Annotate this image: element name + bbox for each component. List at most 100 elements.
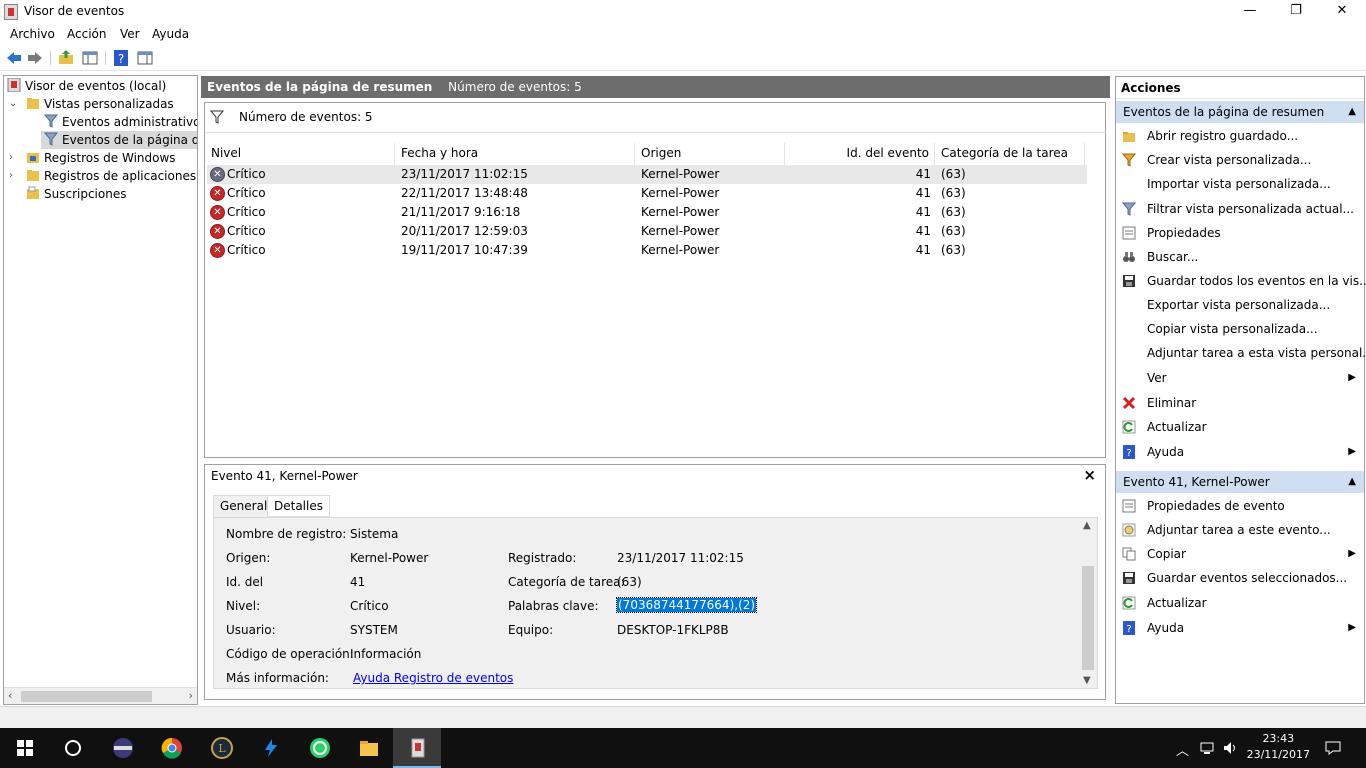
action-copy-custom-view[interactable]: Copiar vista personalizada... bbox=[1116, 317, 1364, 341]
column-header-datetime[interactable]: Fecha y hora bbox=[395, 143, 635, 165]
action-filter-current-view[interactable]: Filtrar vista personalizada actual... bbox=[1116, 197, 1364, 221]
action-copy-submenu[interactable]: Copiar ▶ bbox=[1116, 542, 1364, 566]
column-header-event-id[interactable]: Id. del evento bbox=[785, 143, 935, 165]
actions-section-summary-events[interactable]: Eventos de la página de resumen ▲ bbox=[1116, 101, 1364, 123]
collapse-triangle-icon[interactable]: ▲ bbox=[1348, 471, 1356, 493]
action-view-submenu[interactable]: Ver ▶ bbox=[1116, 366, 1364, 390]
clock-date: 23/11/2017 bbox=[1246, 748, 1310, 761]
subscriptions-icon bbox=[27, 186, 39, 199]
table-row[interactable]: ✕ Crítico 20/11/2017 12:59:03 Kernel-Pow… bbox=[207, 222, 1087, 241]
close-button[interactable]: ✕ bbox=[1319, 0, 1365, 24]
scrollbar-thumb[interactable] bbox=[21, 691, 152, 702]
event-viewer-app-icon bbox=[4, 4, 18, 20]
cell-level: Crítico bbox=[227, 243, 266, 257]
actions-section-event-41[interactable]: Evento 41, Kernel-Power ▲ bbox=[1116, 471, 1364, 493]
tab-details[interactable]: Detalles bbox=[267, 495, 330, 517]
table-row[interactable]: ✕ Crítico 19/11/2017 10:47:39 Kernel-Pow… bbox=[207, 241, 1087, 260]
scrollbar-thumb[interactable] bbox=[1082, 566, 1094, 670]
help-icon[interactable]: ? bbox=[112, 49, 130, 67]
taskbar-whatsapp[interactable] bbox=[295, 728, 343, 768]
cell-task-category: (63) bbox=[941, 224, 966, 238]
menu-accion[interactable]: Acción bbox=[67, 27, 106, 41]
scroll-up-icon[interactable]: ▲ bbox=[1083, 520, 1091, 531]
action-help-event-submenu[interactable]: ? Ayuda ▶ bbox=[1116, 616, 1364, 640]
tree-item-event-viewer-local[interactable]: Visor de eventos (local) bbox=[7, 77, 166, 95]
league-of-legends-icon: L bbox=[211, 737, 233, 759]
tree-item-subscriptions[interactable]: Suscripciones bbox=[26, 185, 126, 203]
taskbar-event-viewer[interactable] bbox=[393, 728, 441, 768]
detail-vertical-scrollbar[interactable]: ▲ ▼ bbox=[1080, 518, 1096, 688]
volume-icon[interactable] bbox=[1222, 740, 1238, 756]
cell-event-id: 41 bbox=[915, 186, 931, 200]
minimize-button[interactable]: — bbox=[1227, 0, 1273, 24]
menu-ver[interactable]: Ver bbox=[120, 27, 140, 41]
taskbar-app-1[interactable] bbox=[98, 728, 146, 768]
scroll-right-icon[interactable]: › bbox=[189, 689, 193, 702]
column-header-source[interactable]: Origen bbox=[635, 143, 785, 165]
scroll-down-icon[interactable]: ▼ bbox=[1083, 675, 1091, 686]
up-folder-icon[interactable] bbox=[57, 49, 75, 67]
cell-level: Crítico bbox=[227, 205, 266, 219]
tree-item-windows-logs[interactable]: Registros de Windows bbox=[26, 149, 176, 167]
action-label: Abrir registro guardado... bbox=[1147, 129, 1299, 143]
show-hide-action-pane-icon[interactable] bbox=[136, 49, 154, 67]
column-header-level[interactable]: Nivel bbox=[205, 143, 395, 165]
table-row[interactable]: ✕ Crítico 21/11/2017 9:16:18 Kernel-Powe… bbox=[207, 203, 1087, 222]
action-create-custom-view[interactable]: Crear vista personalizada... bbox=[1116, 148, 1364, 172]
action-open-saved-log[interactable]: Abrir registro guardado... bbox=[1116, 124, 1364, 148]
taskbar-file-explorer[interactable] bbox=[344, 728, 392, 768]
start-button[interactable] bbox=[0, 728, 48, 768]
whatsapp-icon bbox=[310, 738, 330, 758]
action-attach-task-to-event[interactable]: Adjuntar tarea a este evento... bbox=[1116, 518, 1364, 542]
collapse-triangle-icon[interactable]: ▲ bbox=[1348, 101, 1356, 123]
back-arrow-icon[interactable] bbox=[5, 49, 23, 67]
taskbar-chrome[interactable] bbox=[147, 728, 195, 768]
maximize-button[interactable]: ❐ bbox=[1273, 0, 1319, 24]
table-row[interactable]: ✕ Crítico 23/11/2017 11:02:15 Kernel-Pow… bbox=[207, 165, 1087, 184]
expand-chevron-icon[interactable]: › bbox=[9, 149, 19, 167]
action-attach-task-to-view[interactable]: Adjuntar tarea a esta vista personal... bbox=[1116, 341, 1366, 365]
cell-level: Crítico bbox=[227, 224, 266, 238]
action-import-custom-view[interactable]: Importar vista personalizada... bbox=[1116, 172, 1364, 196]
scroll-left-icon[interactable]: ‹ bbox=[8, 689, 12, 702]
tree-item-admin-events[interactable]: Eventos administrativos bbox=[44, 113, 197, 131]
forward-arrow-icon[interactable] bbox=[26, 49, 44, 67]
notifications-icon[interactable] bbox=[1324, 739, 1342, 757]
tree-horizontal-scrollbar[interactable]: ‹ › bbox=[4, 687, 197, 704]
taskbar-clock[interactable]: 23:43 23/11/2017 bbox=[1247, 731, 1310, 763]
network-icon[interactable] bbox=[1199, 740, 1215, 756]
cortana-button[interactable] bbox=[48, 728, 96, 768]
action-export-custom-view[interactable]: Exportar vista personalizada... bbox=[1116, 293, 1364, 317]
action-event-properties[interactable]: Propiedades de evento bbox=[1116, 494, 1364, 518]
collapse-chevron-icon[interactable]: ⌄ bbox=[9, 95, 19, 113]
submenu-arrow-icon: ▶ bbox=[1348, 372, 1356, 383]
taskbar-app-bolt[interactable] bbox=[246, 728, 294, 768]
save-disk-icon bbox=[1123, 275, 1135, 287]
tab-general[interactable]: General bbox=[213, 495, 275, 518]
user-value: SYSTEM bbox=[350, 623, 398, 637]
expand-chevron-icon[interactable]: › bbox=[9, 167, 19, 185]
action-save-all-events[interactable]: Guardar todos los eventos en la vis... bbox=[1116, 269, 1366, 293]
event-log-help-link[interactable]: Ayuda Registro de eventos bbox=[353, 671, 513, 685]
tree-item-custom-views[interactable]: Vistas personalizadas bbox=[26, 95, 174, 113]
action-save-selected-events[interactable]: Guardar eventos seleccionados... bbox=[1116, 566, 1364, 590]
table-row[interactable]: ✕ Crítico 22/11/2017 13:48:48 Kernel-Pow… bbox=[207, 184, 1087, 203]
keywords-value[interactable]: (70368744177664),(2) bbox=[615, 597, 758, 613]
tree-item-summary-page-events[interactable]: Eventos de la página de r bbox=[41, 131, 197, 149]
action-properties[interactable]: Propiedades bbox=[1116, 221, 1364, 245]
action-help-submenu[interactable]: ? Ayuda ▶ bbox=[1116, 440, 1364, 464]
show-hide-tree-icon[interactable] bbox=[81, 49, 99, 67]
action-refresh-event[interactable]: Actualizar bbox=[1116, 591, 1364, 615]
taskbar-league-of-legends[interactable]: L bbox=[197, 728, 245, 768]
status-bar bbox=[0, 706, 1366, 728]
menu-ayuda[interactable]: Ayuda bbox=[152, 27, 189, 41]
tree-item-app-service-logs[interactable]: Registros de aplicaciones y s bbox=[26, 167, 197, 185]
action-refresh[interactable]: Actualizar bbox=[1116, 415, 1364, 439]
menu-archivo[interactable]: Archivo bbox=[10, 27, 55, 41]
action-find[interactable]: Buscar... bbox=[1116, 245, 1364, 269]
tray-chevron-up-icon[interactable]: ︿ bbox=[1176, 740, 1189, 759]
action-delete[interactable]: Eliminar bbox=[1116, 391, 1364, 415]
close-detail-button[interactable]: × bbox=[1083, 466, 1096, 484]
column-header-task-category[interactable]: Categoría de la tarea bbox=[935, 143, 1085, 165]
level-label: Nivel: bbox=[226, 599, 261, 613]
